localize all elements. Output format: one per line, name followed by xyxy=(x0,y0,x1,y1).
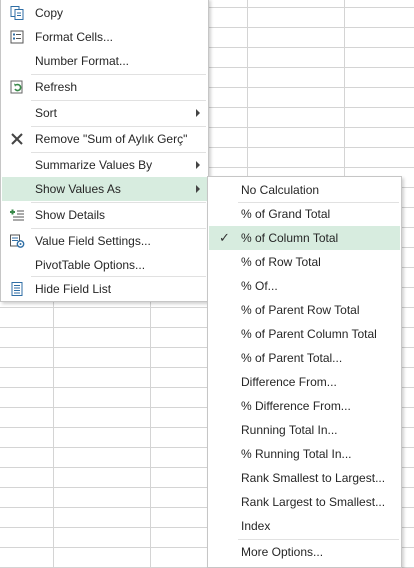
menu-item-label: Show Values As xyxy=(35,182,121,196)
submenu-item-more-options[interactable]: More Options... xyxy=(209,540,400,564)
field-settings-icon xyxy=(8,232,26,250)
submenu-item-difference-from[interactable]: Difference From... xyxy=(209,370,400,394)
menu-item-summarize-values-by[interactable]: Summarize Values By xyxy=(2,153,207,177)
submenu-item-percent-parent-total[interactable]: % of Parent Total... xyxy=(209,346,400,370)
submenu-item-label: % of Column Total xyxy=(241,231,339,245)
show-values-as-submenu: No Calculation % of Grand Total ✓ % of C… xyxy=(207,176,402,568)
submenu-item-rank-largest-to-smallest[interactable]: Rank Largest to Smallest... xyxy=(209,490,400,514)
menu-item-pivottable-options[interactable]: PivotTable Options... xyxy=(2,253,207,277)
submenu-item-label: Rank Smallest to Largest... xyxy=(241,471,386,485)
menu-item-label: Number Format... xyxy=(35,54,130,68)
submenu-item-label: Running Total In... xyxy=(241,423,338,437)
submenu-item-label: % Difference From... xyxy=(241,399,351,413)
submenu-item-no-calculation[interactable]: No Calculation xyxy=(209,178,400,202)
menu-item-label: Format Cells... xyxy=(35,30,114,44)
field-list-icon xyxy=(8,280,26,298)
submenu-item-label: % of Parent Total... xyxy=(241,351,343,365)
menu-item-label: Hide Field List xyxy=(35,282,112,296)
submenu-item-label: % of Parent Row Total xyxy=(241,303,360,317)
submenu-item-percent-row-total[interactable]: % of Row Total xyxy=(209,250,400,274)
menu-item-label: Remove "Sum of Aylık Gerç" xyxy=(35,132,188,146)
menu-item-format-cells[interactable]: Format Cells... xyxy=(2,25,207,49)
submenu-item-label: Rank Largest to Smallest... xyxy=(241,495,386,509)
menu-item-show-values-as[interactable]: Show Values As xyxy=(2,177,207,201)
submenu-item-running-total-in[interactable]: Running Total In... xyxy=(209,418,400,442)
submenu-item-label: Index xyxy=(241,519,271,533)
submenu-item-label: % of Parent Column Total xyxy=(241,327,377,341)
refresh-icon xyxy=(8,78,26,96)
menu-item-remove-field[interactable]: Remove "Sum of Aylık Gerç" xyxy=(2,127,207,151)
submenu-item-percent-of[interactable]: % Of... xyxy=(209,274,400,298)
chevron-right-icon xyxy=(196,109,200,117)
submenu-item-label: Difference From... xyxy=(241,375,337,389)
submenu-item-label: % of Row Total xyxy=(241,255,321,269)
menu-item-sort[interactable]: Sort xyxy=(2,101,207,125)
menu-item-copy[interactable]: Copy xyxy=(2,1,207,25)
submenu-item-percent-running-total-in[interactable]: % Running Total In... xyxy=(209,442,400,466)
menu-item-refresh[interactable]: Refresh xyxy=(2,75,207,99)
submenu-item-percent-parent-row-total[interactable]: % of Parent Row Total xyxy=(209,298,400,322)
submenu-item-index[interactable]: Index xyxy=(209,514,400,538)
menu-item-label: Sort xyxy=(35,106,58,120)
menu-item-show-details[interactable]: Show Details xyxy=(2,203,207,227)
menu-item-label: Value Field Settings... xyxy=(35,234,151,248)
menu-item-label: Show Details xyxy=(35,208,106,222)
submenu-item-percent-parent-column-total[interactable]: % of Parent Column Total xyxy=(209,322,400,346)
menu-item-hide-field-list[interactable]: Hide Field List xyxy=(2,277,207,301)
submenu-item-label: % Running Total In... xyxy=(241,447,352,461)
show-details-icon xyxy=(8,206,26,224)
submenu-item-label: More Options... xyxy=(241,545,324,559)
menu-item-label: Refresh xyxy=(35,80,78,94)
copy-icon xyxy=(8,4,26,22)
remove-x-icon xyxy=(8,130,26,148)
submenu-item-label: % of Grand Total xyxy=(241,207,331,221)
submenu-item-label: No Calculation xyxy=(241,183,320,197)
checkmark-icon: ✓ xyxy=(219,230,230,245)
menu-item-value-field-settings[interactable]: Value Field Settings... xyxy=(2,229,207,253)
chevron-right-icon xyxy=(196,185,200,193)
context-menu: Copy Format Cells... Number Format... Re… xyxy=(0,0,209,302)
submenu-item-percent-grand-total[interactable]: % of Grand Total xyxy=(209,202,400,226)
submenu-item-percent-column-total[interactable]: ✓ % of Column Total xyxy=(209,226,400,250)
submenu-item-rank-smallest-to-largest[interactable]: Rank Smallest to Largest... xyxy=(209,466,400,490)
menu-item-label: Copy xyxy=(35,6,64,20)
submenu-item-label: % Of... xyxy=(241,279,278,293)
submenu-item-percent-difference-from[interactable]: % Difference From... xyxy=(209,394,400,418)
menu-item-label: PivotTable Options... xyxy=(35,258,146,272)
chevron-right-icon xyxy=(196,161,200,169)
menu-item-label: Summarize Values By xyxy=(35,158,153,172)
format-cells-icon xyxy=(8,28,26,46)
menu-item-number-format[interactable]: Number Format... xyxy=(2,49,207,73)
